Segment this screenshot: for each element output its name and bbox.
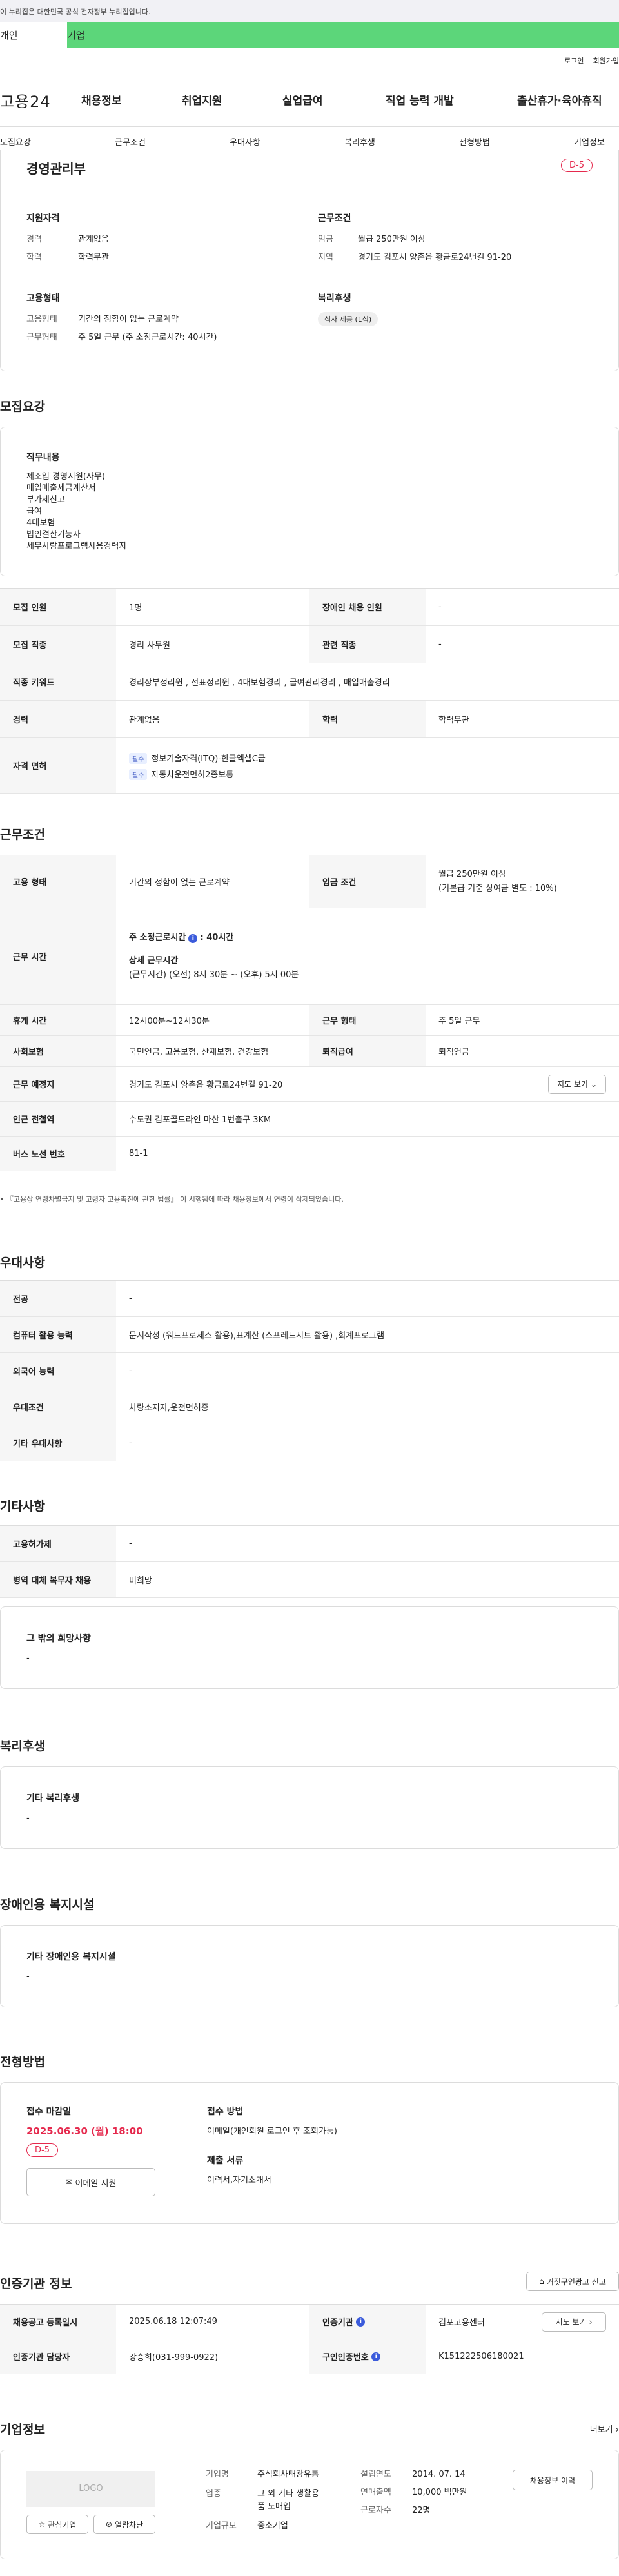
user-type-tab-personal[interactable]: 개인 bbox=[0, 22, 67, 48]
chevron-down-icon: ⌄ bbox=[590, 1079, 598, 1089]
job-desc-list: 제조업 경영지원(사무) 매입매출세금계산서 부가세신고 급여 4대보험 법인결… bbox=[26, 472, 127, 551]
signup-link[interactable]: 회원가입 bbox=[593, 55, 619, 66]
pref-table: 전공 - 컴퓨터 활용 능력 문서작성 (워드프로세스 활용),표계산 (스프레드시… bbox=[0, 1280, 619, 1461]
job-title: 경영관리부 bbox=[26, 161, 86, 177]
welfare-tag: 식사 제공 (1식) bbox=[318, 312, 378, 326]
emp-heading: 고용형태 bbox=[26, 293, 60, 304]
recruit-title: 모집요강 bbox=[0, 400, 45, 414]
deadline-value: 2025.06.30 (월) 18:00 bbox=[26, 2125, 143, 2137]
company-title: 기업정보 bbox=[0, 2423, 45, 2437]
info-icon[interactable]: i bbox=[371, 2352, 381, 2361]
age-note: • 『고용상 연령차별금지 및 고령자 고용촉진에 관한 법률』 이 시행됨에 … bbox=[0, 1195, 344, 1204]
company-logo-placeholder: LOGO bbox=[26, 2471, 155, 2507]
fav-company-button[interactable]: ☆ 관심기업 bbox=[26, 2515, 88, 2534]
email-apply-button[interactable]: ✉ 이메일 지원 bbox=[26, 2168, 155, 2196]
company-more-link[interactable]: 더보기 › bbox=[590, 2423, 619, 2435]
user-type-tab-company[interactable]: 기업 bbox=[67, 22, 619, 48]
dday-badge: D-5 bbox=[561, 159, 593, 172]
process-title: 전형방법 bbox=[0, 2055, 45, 2069]
agency-table: 채용공고 등록일시 2025.06.18 12:07:49 인증기관 i 김포고용… bbox=[0, 2304, 619, 2374]
pref-title: 우대사항 bbox=[0, 1256, 45, 1270]
etc-title: 기타사항 bbox=[0, 1499, 45, 1514]
job-history-button[interactable]: 채용정보 이력 bbox=[513, 2470, 593, 2490]
mail-icon: ✉ bbox=[65, 2177, 73, 2187]
gnb-item-jobs[interactable]: 채용정보 bbox=[81, 92, 122, 108]
work-table: 고용 형태 기간의 정함이 없는 근로계약 임금 조건 월급 250만원 이상 (기… bbox=[0, 855, 619, 1171]
recruit-table: 모집 인원 1명 장애인 채용 인원 - 모집 직종 경리 사무원 관련 직종 - 직종… bbox=[0, 588, 619, 794]
summary-card: 경영관리부 D-5 지원자격 경력 관계없음 학력 학력무관 근무조건 임금 월급 2… bbox=[0, 150, 619, 371]
block-company-button[interactable]: ⊘ 열람차단 bbox=[93, 2515, 155, 2534]
disab-card: 기타 장애인용 복지시설 - bbox=[0, 1925, 619, 2007]
block-icon: ⊘ bbox=[105, 2520, 112, 2529]
report-fake-ad-button[interactable]: ⌂ 거짓구인광고 신고 bbox=[526, 2272, 619, 2291]
gov-banner: 이 누리집은 대한민국 공식 전자정부 누리집입니다. bbox=[0, 0, 619, 22]
company-card: LOGO ☆ 관심기업 ⊘ 열람차단 기업명 주식회사태광유통 업종 그 외 기타 생활… bbox=[0, 2450, 619, 2559]
etc-hope-card: 그 밖의 희망사항 - bbox=[0, 1606, 619, 1689]
agency-title: 인증기관 정보 bbox=[0, 2277, 72, 2291]
welfare-title: 복리후생 bbox=[0, 1739, 45, 1753]
anchor-recruit[interactable]: 모집요강 bbox=[0, 135, 31, 148]
gnb-item-support[interactable]: 취업지원 bbox=[182, 92, 222, 108]
qual-heading: 지원자격 bbox=[26, 213, 60, 224]
info-icon[interactable]: i bbox=[356, 2317, 366, 2327]
main-nav: 채용정보 취업지원 실업급여 직업 능력 개발 출산휴가·육아휴직 bbox=[0, 92, 619, 108]
welfare-card: 기타 복리후생 - bbox=[0, 1766, 619, 1849]
gnb-item-parental[interactable]: 출산휴가·육아휴직 bbox=[517, 92, 602, 108]
anchor-process[interactable]: 전형방법 bbox=[459, 135, 490, 148]
anchor-company[interactable]: 기업정보 bbox=[574, 135, 605, 148]
anchor-pref[interactable]: 우대사항 bbox=[230, 135, 260, 148]
cond-heading: 근무조건 bbox=[318, 213, 351, 224]
home-icon: ⌂ bbox=[539, 2277, 544, 2286]
info-icon[interactable]: i bbox=[188, 933, 198, 943]
gnb-item-training[interactable]: 직업 능력 개발 bbox=[386, 92, 454, 108]
map-button[interactable]: 지도 보기 ⌄ bbox=[548, 1074, 606, 1094]
gnb-item-unemployment[interactable]: 실업급여 bbox=[282, 92, 323, 108]
process-card: 접수 마감일 2025.06.30 (월) 18:00 D-5 ✉ 이메일 지원 … bbox=[0, 2082, 619, 2224]
work-title: 근무조건 bbox=[0, 828, 45, 842]
job-desc-card: 직무내용 제조업 경영지원(사무) 매입매출세금계산서 부가세신고 급여 4대보… bbox=[0, 427, 619, 576]
agency-map-button[interactable]: 지도 보기 › bbox=[542, 2312, 606, 2332]
etc-table: 고용허가제 - 병역 대체 복무자 채용 비희망 bbox=[0, 1525, 619, 1598]
chevron-right-icon: › bbox=[589, 2317, 593, 2327]
disab-title: 장애인용 복지시설 bbox=[0, 1898, 95, 1912]
process-dday-badge: D-5 bbox=[26, 2143, 58, 2157]
anchor-work[interactable]: 근무조건 bbox=[115, 135, 146, 148]
welfare-heading: 복리후생 bbox=[318, 293, 351, 304]
star-icon: ☆ bbox=[38, 2520, 46, 2529]
anchor-welfare[interactable]: 복리후생 bbox=[344, 135, 375, 148]
login-link[interactable]: 로그인 bbox=[564, 55, 584, 66]
